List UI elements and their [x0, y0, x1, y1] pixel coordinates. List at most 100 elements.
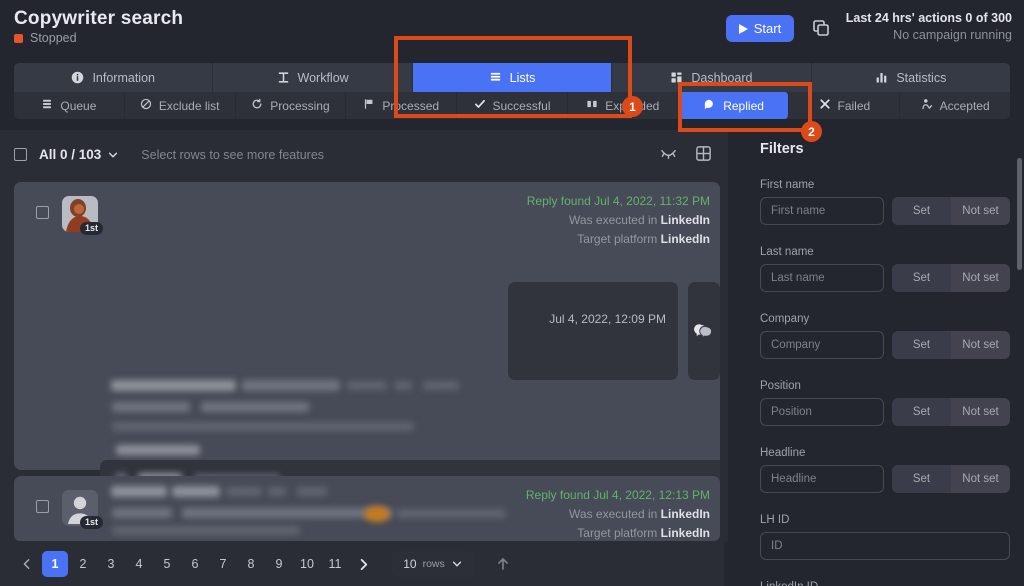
tab-lists[interactable]: Lists — [412, 63, 613, 92]
redacted-meta-3 — [423, 381, 459, 390]
redacted-highlight — [364, 506, 390, 522]
page-button-11[interactable]: 11 — [322, 551, 348, 577]
filter-group-first-name: First name Set Not set — [760, 179, 1010, 225]
next-page-button[interactable] — [350, 551, 376, 577]
target-platform-line: Target platform LinkedIn — [450, 232, 710, 246]
rows-per-page-value: 10 — [403, 557, 417, 571]
redacted-meta-1 — [347, 381, 387, 390]
reply-found-text: Reply found Jul 4, 2022, 12:13 PM — [525, 488, 710, 502]
company-input[interactable] — [760, 331, 884, 359]
redacted-position — [112, 402, 190, 412]
filter-label: LinkedIn ID — [760, 581, 1010, 586]
subtab-successful[interactable]: Successful — [457, 92, 568, 119]
subtab-failed[interactable]: Failed — [789, 92, 901, 119]
chevron-down-icon — [109, 152, 118, 157]
filter-set-button[interactable]: Set — [892, 264, 951, 292]
prev-page-button[interactable] — [14, 551, 40, 577]
lists-icon — [489, 71, 502, 84]
tab-lists-label: Lists — [509, 70, 536, 85]
start-button-label: Start — [753, 21, 782, 36]
filter-label: Position — [760, 380, 801, 392]
position-input[interactable] — [760, 398, 884, 426]
target-platform-value: LinkedIn — [660, 232, 710, 246]
header-stats: Last 24 hrs' actions 0 of 300 No campaig… — [846, 11, 1012, 42]
redacted-meta-1 — [226, 487, 262, 496]
main-tabs: Information Workflow Lists Dashboard Sta… — [14, 63, 1010, 92]
reply-icon — [703, 98, 716, 114]
results-list[interactable]: 1st Reply found Jul 4, 2022, 11:32 PM Wa… — [14, 182, 720, 541]
page-button-6[interactable]: 6 — [182, 551, 208, 577]
filter-not-set-button[interactable]: Not set — [951, 197, 1010, 225]
hide-columns-icon[interactable] — [660, 145, 677, 162]
executed-in-line: Was executed in LinkedIn — [450, 507, 710, 521]
executed-in-line: Was executed in LinkedIn — [450, 213, 710, 227]
filter-set-button[interactable]: Set — [892, 398, 951, 426]
filter-group-lh-id: LH ID — [760, 514, 1010, 560]
play-icon — [738, 23, 748, 34]
select-all-dropdown[interactable]: All 0 / 103 — [39, 147, 119, 162]
page-button-1[interactable]: 1 — [42, 551, 68, 577]
select-all-label: All 0 / 103 — [39, 147, 102, 162]
redacted-company — [201, 402, 309, 412]
page-button-10[interactable]: 10 — [294, 551, 320, 577]
toolbar-icon-group — [660, 145, 712, 162]
headline-toggle: Set Not set — [892, 465, 1010, 493]
expand-icon — [586, 98, 598, 113]
copy-icon[interactable] — [812, 19, 830, 37]
filter-not-set-button[interactable]: Not set — [951, 465, 1010, 493]
grid-view-icon[interactable] — [695, 145, 712, 162]
tab-statistics[interactable]: Statistics — [811, 63, 1010, 92]
first-name-input[interactable] — [760, 197, 884, 225]
filter-group-company: Company Set Not set — [760, 313, 1010, 359]
filter-set-button[interactable]: Set — [892, 197, 951, 225]
filters-scrollbar-thumb[interactable] — [1017, 158, 1022, 270]
page-title: Copywriter search — [14, 8, 184, 29]
row-checkbox[interactable] — [36, 206, 49, 219]
subtab-accepted[interactable]: Accepted — [900, 92, 1010, 119]
pagination: 1 2 3 4 5 6 7 8 9 10 11 10 rows — [14, 546, 720, 582]
status-dot-icon — [14, 33, 23, 43]
start-button[interactable]: Start — [726, 15, 794, 42]
filters-panel: Filters First name Set Not set Last name… — [742, 130, 1024, 586]
page-button-3[interactable]: 3 — [98, 551, 124, 577]
subtab-processed[interactable]: Processed — [346, 92, 458, 119]
message-bubble-button[interactable] — [688, 282, 720, 380]
lh-id-input[interactable] — [760, 532, 1010, 560]
page-button-9[interactable]: 9 — [266, 551, 292, 577]
tab-workflow[interactable]: Workflow — [213, 63, 413, 92]
scroll-to-top-button[interactable] — [492, 553, 514, 575]
tab-dashboard[interactable]: Dashboard — [612, 63, 812, 92]
row-checkbox[interactable] — [36, 500, 49, 513]
tab-dashboard-label: Dashboard — [691, 70, 753, 85]
accepted-icon — [921, 98, 933, 113]
check-icon — [474, 98, 486, 113]
processing-icon — [251, 98, 263, 113]
headline-input[interactable] — [760, 465, 884, 493]
filter-set-button[interactable]: Set — [892, 331, 951, 359]
filter-not-set-button[interactable]: Not set — [951, 398, 1010, 426]
subtab-processing[interactable]: Processing — [236, 92, 347, 119]
tab-information[interactable]: Information — [14, 63, 214, 92]
rows-per-page-select[interactable]: 10 rows — [392, 551, 474, 577]
target-platform-prefix: Target platform — [577, 526, 658, 540]
subtab-queue[interactable]: Queue — [14, 92, 125, 119]
page-button-2[interactable]: 2 — [70, 551, 96, 577]
filter-not-set-button[interactable]: Not set — [951, 331, 1010, 359]
table-row[interactable]: 1st Reply found Jul 4, 2022, 11:32 PM Wa… — [14, 182, 720, 541]
select-all-checkbox[interactable] — [14, 148, 27, 161]
filter-set-button[interactable]: Set — [892, 465, 951, 493]
first-name-toggle: Set Not set — [892, 197, 1010, 225]
page-button-4[interactable]: 4 — [126, 551, 152, 577]
page-button-5[interactable]: 5 — [154, 551, 180, 577]
table-row[interactable]: 1st Reply found Jul 4, 2022, 12:13 PM Wa… — [14, 476, 720, 541]
subtab-replied[interactable]: Replied — [678, 92, 790, 119]
annotation-badge-1: 1 — [622, 96, 643, 117]
page-button-7[interactable]: 7 — [210, 551, 236, 577]
filter-not-set-button[interactable]: Not set — [951, 264, 1010, 292]
executed-in-value: LinkedIn — [660, 507, 710, 521]
subtab-successful-label: Successful — [492, 98, 551, 113]
last-name-input[interactable] — [760, 264, 884, 292]
page-button-8[interactable]: 8 — [238, 551, 264, 577]
redacted-company — [182, 508, 392, 518]
subtab-exclude-list[interactable]: Exclude list — [125, 92, 236, 119]
